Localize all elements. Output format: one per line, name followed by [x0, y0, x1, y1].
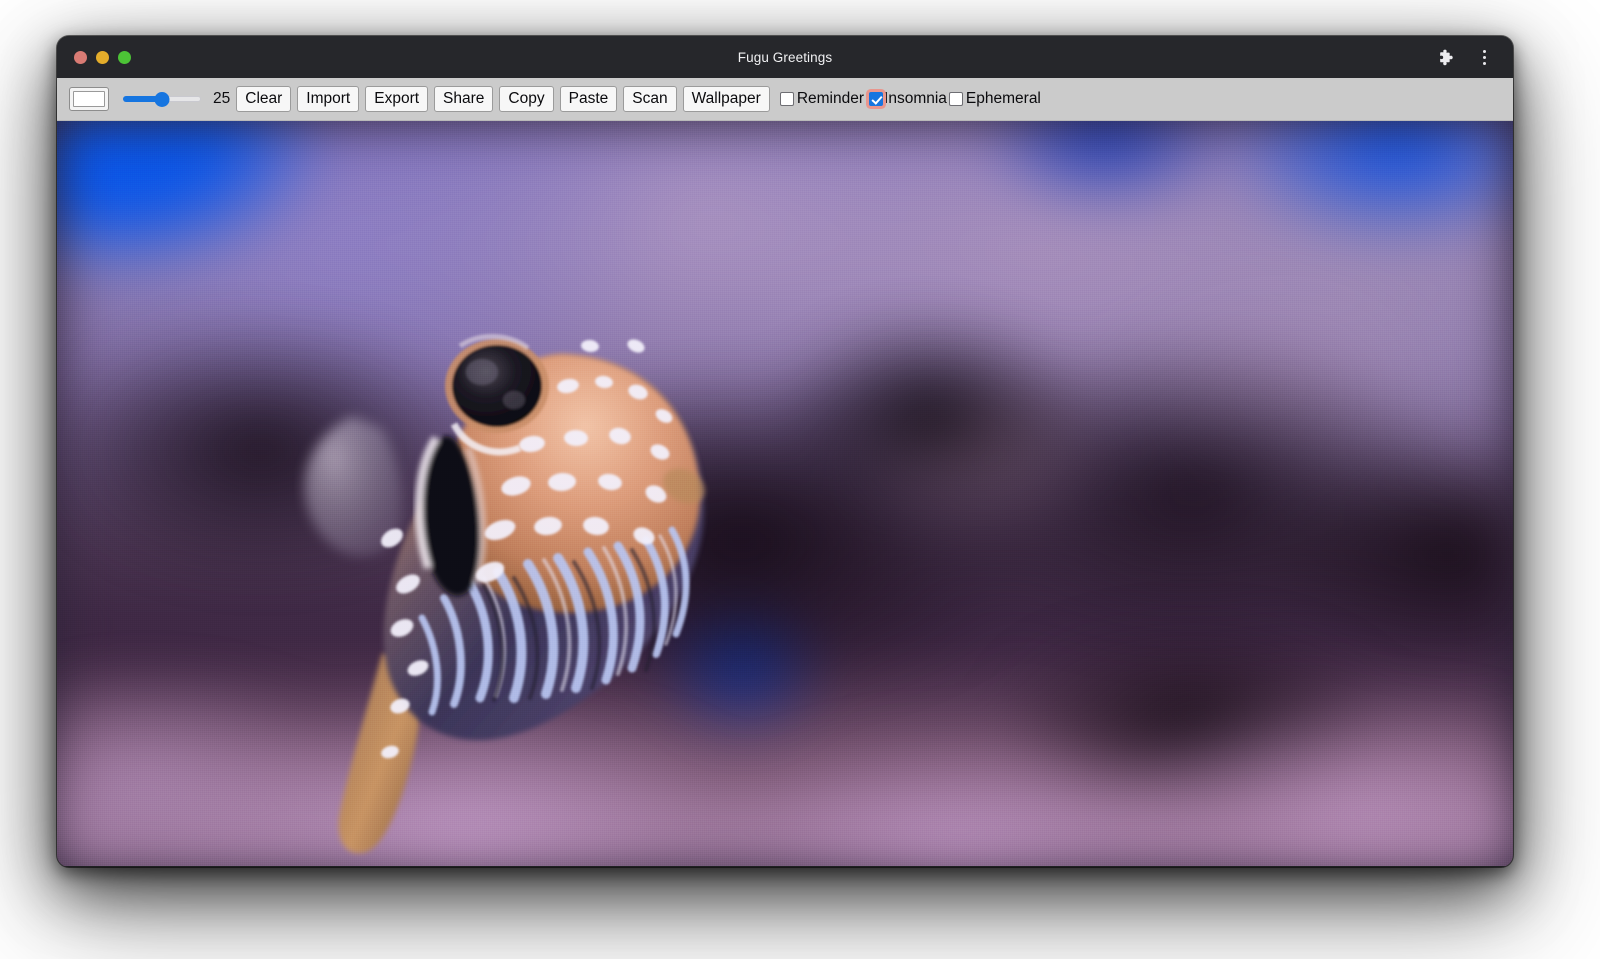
color-picker[interactable]	[69, 87, 109, 111]
slider-thumb[interactable]	[155, 92, 170, 107]
app-root: Fugu Greetings 25 Clear	[0, 0, 1600, 959]
copy-button[interactable]: Copy	[499, 86, 553, 113]
toggle-group: Reminder Insomnia Ephemeral	[780, 90, 1043, 108]
close-button[interactable]	[74, 51, 87, 64]
paste-button[interactable]: Paste	[560, 86, 618, 113]
insomnia-checkbox-box[interactable]	[869, 92, 883, 106]
reminder-checkbox[interactable]: Reminder	[780, 90, 864, 108]
ephemeral-checkbox[interactable]: Ephemeral	[949, 90, 1041, 108]
import-button[interactable]: Import	[297, 86, 359, 113]
reminder-checkbox-label: Reminder	[797, 90, 864, 108]
slider-value-label: 25	[213, 90, 230, 108]
ephemeral-checkbox-label: Ephemeral	[966, 90, 1041, 108]
export-button[interactable]: Export	[365, 86, 428, 113]
app-toolbar: 25 Clear Import Export Share Copy Paste …	[57, 78, 1513, 121]
traffic-lights	[74, 51, 131, 64]
extensions-icon[interactable]	[1435, 46, 1457, 68]
ephemeral-checkbox-box[interactable]	[949, 92, 963, 106]
browser-window: Fugu Greetings 25 Clear	[57, 36, 1513, 867]
kebab-menu-icon[interactable]	[1473, 46, 1495, 68]
photo-grain-overlay	[57, 121, 1513, 866]
share-button[interactable]: Share	[434, 86, 493, 113]
insomnia-checkbox-label: Insomnia	[884, 90, 947, 108]
reminder-checkbox-box[interactable]	[780, 92, 794, 106]
title-bar-actions	[1435, 46, 1495, 68]
line-width-slider[interactable]	[123, 88, 201, 110]
insomnia-checkbox[interactable]: Insomnia	[866, 90, 947, 108]
maximize-button[interactable]	[118, 51, 131, 64]
minimize-button[interactable]	[96, 51, 109, 64]
title-bar: Fugu Greetings	[57, 36, 1513, 78]
drawing-canvas[interactable]	[57, 121, 1513, 866]
scan-button[interactable]: Scan	[623, 86, 676, 113]
wallpaper-button[interactable]: Wallpaper	[683, 86, 770, 113]
window-title: Fugu Greetings	[57, 50, 1513, 65]
clear-button[interactable]: Clear	[236, 86, 291, 113]
